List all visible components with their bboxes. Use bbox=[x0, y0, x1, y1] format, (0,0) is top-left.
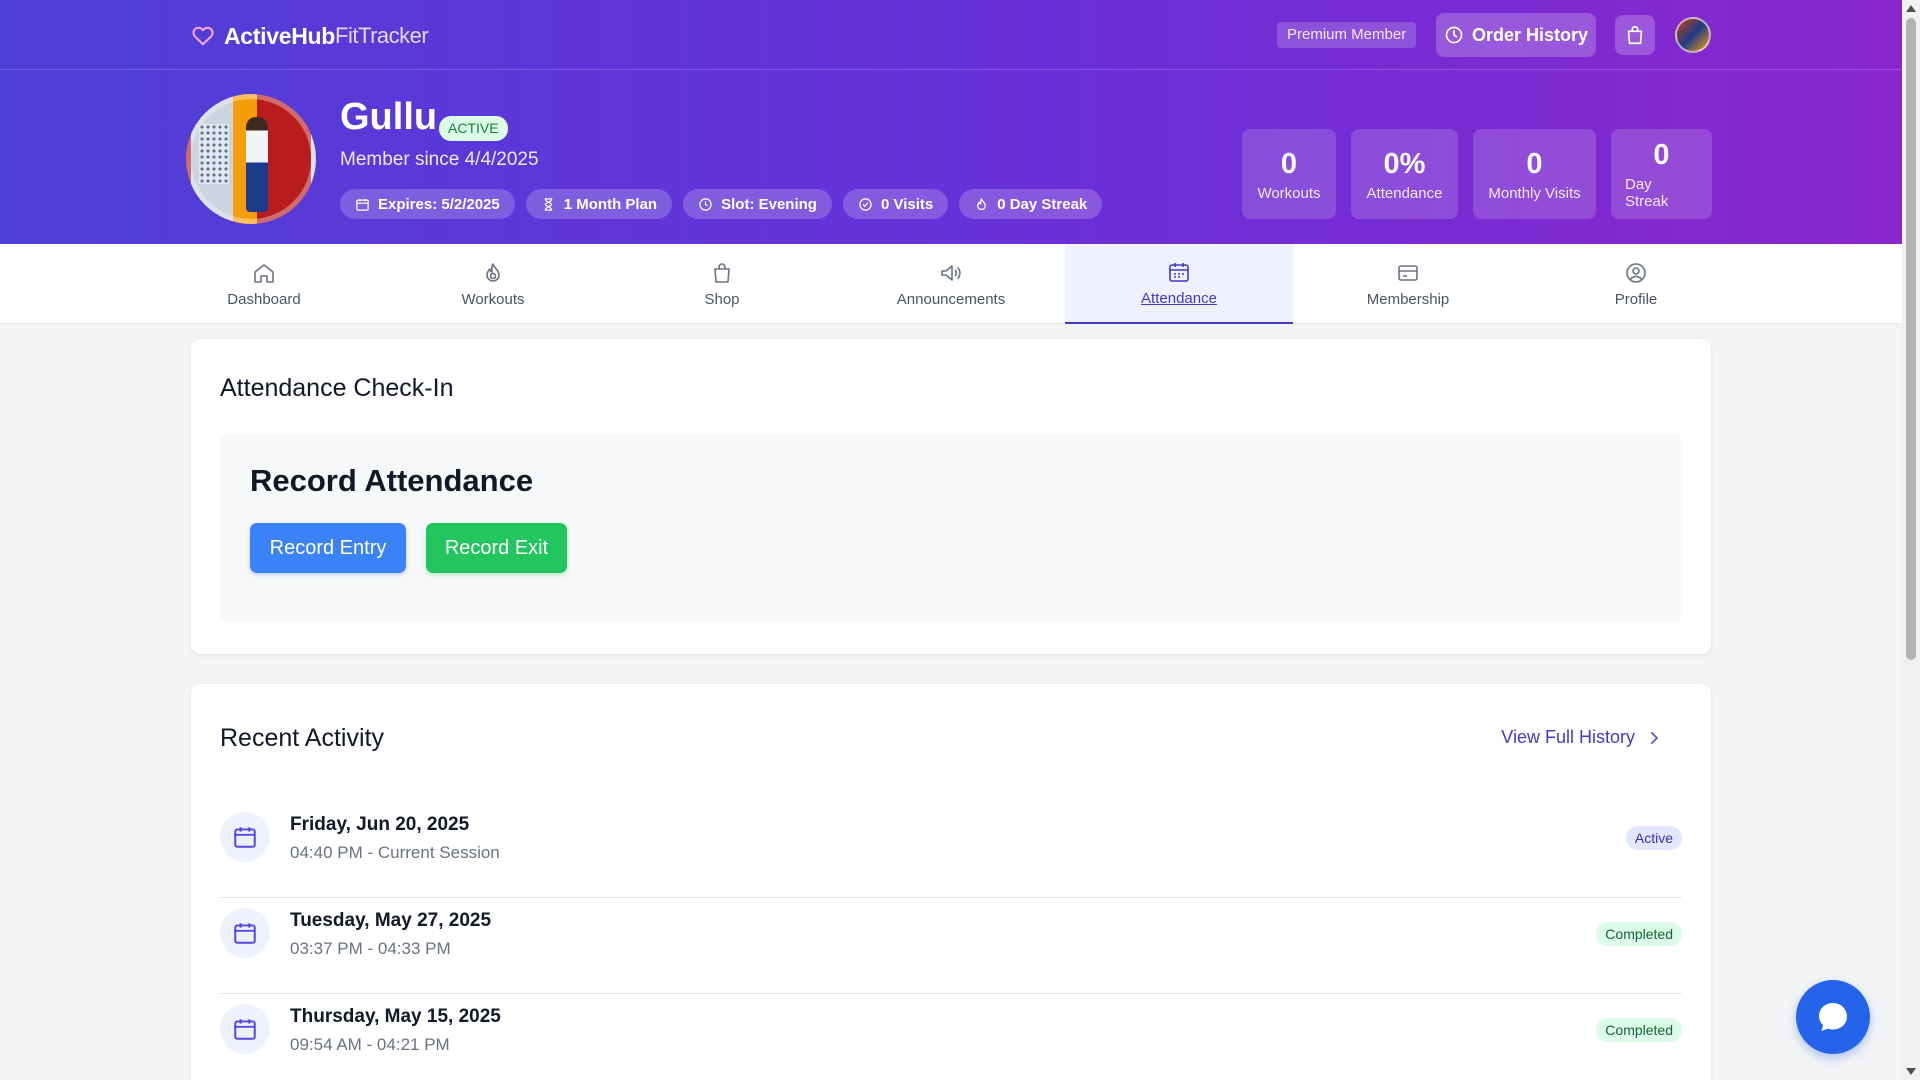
brand-name: ActiveHub bbox=[224, 22, 336, 49]
card-icon bbox=[1398, 264, 1418, 281]
hourglass-icon bbox=[544, 197, 553, 211]
attendance-checkin-card: Attendance Check-In Record Attendance Re… bbox=[191, 339, 1711, 654]
record-attendance-title: Record Attendance bbox=[250, 463, 534, 498]
calendar-icon bbox=[1169, 262, 1189, 282]
scroll-down-arrow[interactable] bbox=[1906, 1068, 1916, 1075]
record-attendance-panel: Record Attendance Record Entry Record Ex… bbox=[220, 433, 1682, 623]
main-tab-nav: Dashboard Workouts Shop Announcements At… bbox=[0, 244, 1902, 324]
activity-date: Friday, Jun 20, 2025 bbox=[290, 814, 470, 835]
checkin-title: Attendance Check-In bbox=[220, 374, 454, 402]
tab-announcements[interactable]: Announcements bbox=[837, 244, 1065, 324]
calendar-icon bbox=[234, 923, 256, 944]
profile-photo bbox=[186, 94, 316, 224]
stat-attendance: 0% Attendance bbox=[1351, 129, 1458, 219]
slot-chip: Slot: Evening bbox=[683, 189, 832, 219]
order-history-label: Order History bbox=[1471, 24, 1589, 45]
record-entry-button[interactable]: Record Entry bbox=[250, 523, 406, 573]
expiry-chip: Expires: 5/2/2025 bbox=[340, 189, 515, 219]
recent-activity-card: Recent Activity View Full History Friday… bbox=[191, 684, 1711, 1080]
activity-time: 03:37 PM - 04:33 PM bbox=[290, 939, 451, 958]
clock-icon bbox=[699, 197, 712, 211]
tab-attendance[interactable]: Attendance bbox=[1065, 244, 1293, 324]
heart-icon bbox=[192, 26, 214, 46]
cart-button[interactable] bbox=[1615, 15, 1655, 55]
bag-icon bbox=[714, 262, 730, 283]
top-navbar: ActiveHub FitTracker Premium Member Orde… bbox=[0, 0, 1902, 70]
calendar-icon bbox=[234, 827, 256, 848]
chat-support-button[interactable] bbox=[1796, 980, 1870, 1054]
record-exit-button[interactable]: Record Exit bbox=[426, 523, 567, 573]
activity-time: 04:40 PM - Current Session bbox=[290, 843, 500, 862]
activity-row[interactable]: Friday, Jun 20, 2025 04:40 PM - Current … bbox=[220, 802, 1682, 898]
membership-chips: Expires: 5/2/2025 1 Month Plan Slot: Eve… bbox=[340, 189, 1103, 219]
status-badge: Active bbox=[1625, 826, 1682, 850]
profile-header: ActiveHub FitTracker Premium Member Orde… bbox=[0, 0, 1902, 244]
tab-workouts[interactable]: Workouts bbox=[379, 244, 607, 324]
status-badge: Completed bbox=[1596, 1018, 1682, 1042]
check-circle-icon bbox=[859, 197, 872, 211]
visits-chip: 0 Visits bbox=[842, 189, 949, 219]
stats-row: 0 Workouts 0% Attendance 0 Monthly Visit… bbox=[1242, 129, 1712, 219]
calendar-icon bbox=[356, 198, 369, 211]
tab-membership[interactable]: Membership bbox=[1294, 244, 1522, 324]
calendar-icon bbox=[234, 1019, 256, 1040]
activity-time: 09:54 AM - 04:21 PM bbox=[290, 1035, 450, 1054]
stat-workouts: 0 Workouts bbox=[1242, 129, 1336, 219]
activity-date: Thursday, May 15, 2025 bbox=[290, 1006, 501, 1027]
user-circle-icon bbox=[1626, 262, 1646, 283]
stat-day-streak: 0 Day Streak bbox=[1611, 129, 1712, 219]
flame-icon bbox=[486, 262, 500, 282]
stat-monthly-visits: 0 Monthly Visits bbox=[1473, 129, 1596, 219]
member-name: Gullu bbox=[340, 96, 438, 138]
scroll-up-arrow[interactable] bbox=[1906, 5, 1916, 12]
tab-shop[interactable]: Shop bbox=[608, 244, 836, 324]
scroll-thumb[interactable] bbox=[1906, 18, 1916, 660]
status-badge: ACTIVE bbox=[439, 116, 508, 141]
status-badge: Completed bbox=[1596, 922, 1682, 946]
view-full-history-link[interactable]: View Full History bbox=[1501, 727, 1663, 748]
page-scrollbar[interactable] bbox=[1902, 0, 1920, 1080]
premium-member-badge: Premium Member bbox=[1277, 22, 1417, 48]
tab-profile[interactable]: Profile bbox=[1522, 244, 1750, 324]
activity-row[interactable]: Thursday, May 15, 2025 09:54 AM - 04:21 … bbox=[220, 994, 1682, 1080]
order-history-button[interactable]: Order History bbox=[1436, 13, 1596, 57]
activity-list: Friday, Jun 20, 2025 04:40 PM - Current … bbox=[220, 802, 1682, 1080]
member-since: Member since 4/4/2025 bbox=[340, 149, 539, 170]
chat-icon bbox=[1819, 1003, 1847, 1031]
flame-icon bbox=[977, 197, 987, 210]
chevron-right-icon bbox=[1651, 731, 1658, 744]
home-icon bbox=[254, 263, 274, 283]
user-avatar[interactable] bbox=[1675, 17, 1711, 53]
activity-date: Tuesday, May 27, 2025 bbox=[290, 910, 492, 931]
brand-logo[interactable]: ActiveHub FitTracker bbox=[192, 22, 429, 50]
activity-row[interactable]: Tuesday, May 27, 2025 03:37 PM - 04:33 P… bbox=[220, 898, 1682, 994]
shopping-bag-icon bbox=[1627, 25, 1643, 45]
plan-chip: 1 Month Plan bbox=[525, 189, 673, 219]
brand-subname: FitTracker bbox=[335, 23, 429, 48]
clock-icon bbox=[1445, 26, 1463, 44]
streak-chip: 0 Day Streak bbox=[959, 189, 1103, 219]
recent-activity-title: Recent Activity bbox=[220, 724, 384, 752]
megaphone-icon bbox=[941, 264, 961, 281]
tab-dashboard[interactable]: Dashboard bbox=[150, 244, 378, 324]
